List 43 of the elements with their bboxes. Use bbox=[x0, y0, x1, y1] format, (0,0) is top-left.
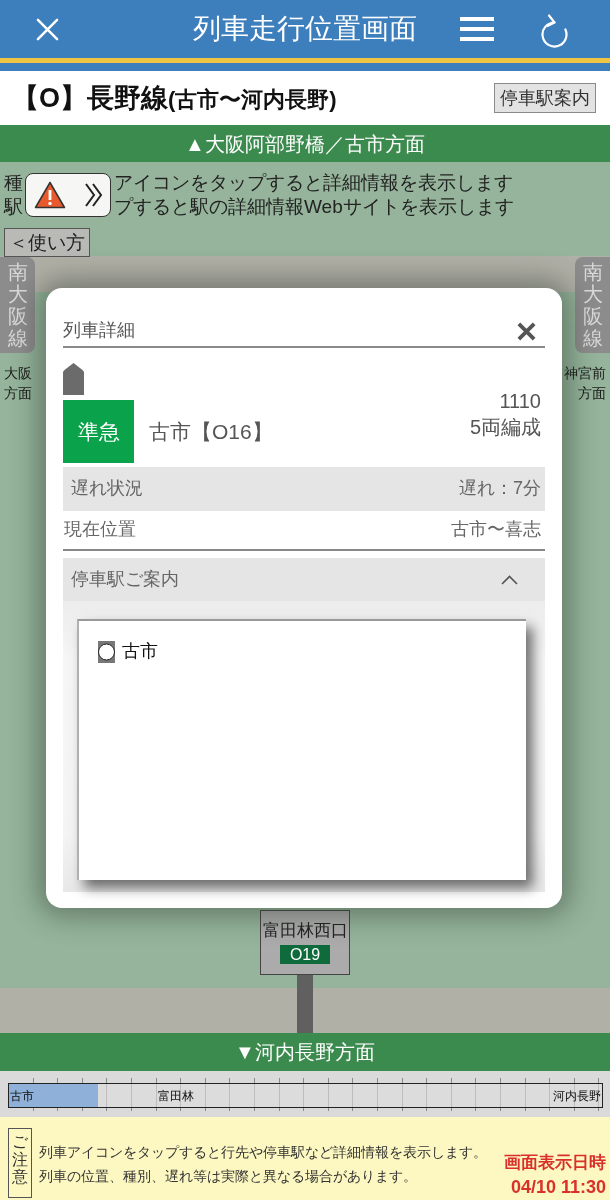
station-code: O19 bbox=[280, 945, 330, 965]
stops-guide-button[interactable]: 停車駅案内 bbox=[494, 82, 596, 114]
train-number: 1110 bbox=[498, 389, 541, 414]
train-type-badge: 準急 bbox=[63, 400, 134, 463]
direction-label: 大阪 方面 bbox=[3, 364, 33, 404]
alert-button[interactable] bbox=[25, 173, 111, 217]
usage-button[interactable]: ＜使い方 bbox=[4, 228, 90, 257]
train-destination: 古市【O16】 bbox=[149, 418, 273, 445]
route-station-label[interactable]: 河内長野 bbox=[553, 1089, 601, 1102]
line-name: 【O】長野線 bbox=[12, 81, 168, 115]
info-label: 遅れ状況 bbox=[71, 478, 143, 500]
car-count: 5両編成 bbox=[469, 415, 541, 440]
caution-text: 列車アイコンをタップすると行先や停車駅など詳細情報を表示します。 bbox=[39, 1143, 487, 1162]
caution-text: 列車の位置、種別、遅れ等は実際と異なる場合があります。 bbox=[39, 1167, 418, 1186]
close-icon[interactable] bbox=[516, 320, 537, 342]
notice-text: プすると駅の詳細情報Webサイトを表示します bbox=[114, 195, 514, 219]
dialog-title: 列車詳細 bbox=[63, 320, 135, 342]
pentagon-icon bbox=[63, 363, 84, 395]
route-station-label[interactable]: 古市 bbox=[10, 1089, 34, 1102]
route-station-label[interactable]: 富田林 bbox=[157, 1089, 194, 1102]
stop-station-name: 古市 bbox=[122, 641, 158, 663]
direction-banner: ▼河内長野方面 bbox=[0, 1033, 610, 1071]
direction-banner: ▲大阪阿部野橋／古市方面 bbox=[0, 125, 610, 162]
timestamp: 04/10 11:30 bbox=[509, 1176, 606, 1198]
direction-label: 神宮前 方面 bbox=[563, 364, 607, 404]
info-value: 遅れ：7分 bbox=[459, 478, 541, 500]
line-section: (古市〜河内長野) bbox=[168, 86, 337, 114]
warning-icon bbox=[34, 181, 66, 209]
notice-text: アイコンをタップすると詳細情報を表示します bbox=[114, 171, 514, 195]
station-sign[interactable]: 富田林西口 O19 bbox=[260, 910, 350, 975]
notice-text: 種 bbox=[4, 171, 23, 195]
info-label: 現在位置 bbox=[64, 519, 136, 541]
station-name: 富田林西口 bbox=[262, 920, 348, 942]
screen-title: 列車走行位置画面 bbox=[193, 12, 417, 46]
track-bar bbox=[297, 975, 313, 1033]
circle-icon bbox=[98, 641, 115, 663]
menu-icon[interactable] bbox=[460, 17, 494, 41]
timestamp-label: 画面表示日時 bbox=[504, 1152, 606, 1174]
info-value: 古市〜喜志 bbox=[451, 519, 541, 541]
notice-text: 駅 bbox=[4, 195, 23, 219]
stops-accordion-toggle[interactable]: 停車駅ご案内 bbox=[63, 558, 545, 601]
caution-tag: ご注意 bbox=[8, 1128, 32, 1198]
double-chevron-icon bbox=[84, 182, 104, 208]
